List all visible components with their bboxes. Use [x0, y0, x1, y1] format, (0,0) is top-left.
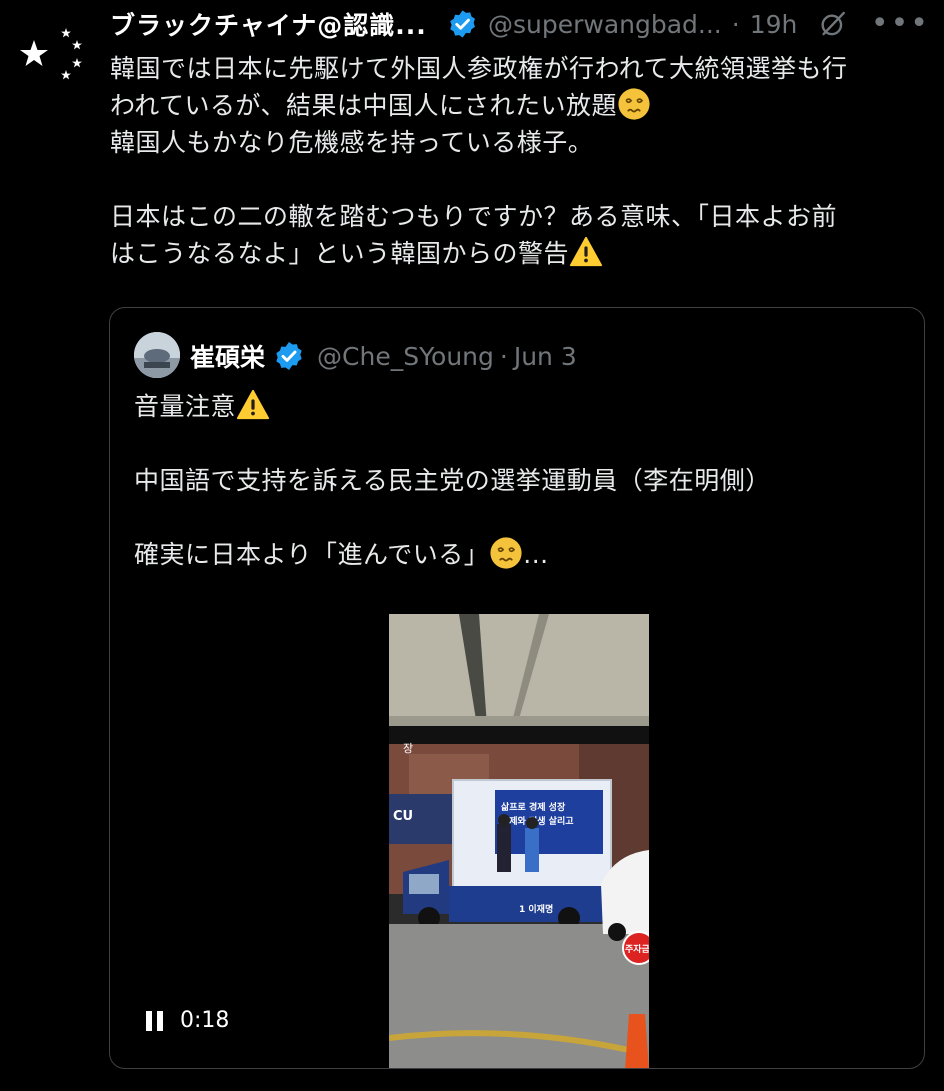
quote-header: 崔碩栄 @Che_SYoung · Jun 3 — [190, 334, 577, 378]
quote-paragraph-gap-1 — [134, 425, 904, 462]
video-duration: 0:18 — [180, 1008, 230, 1033]
quote-line-3: 確実に日本より「進んでいる」 — [134, 540, 490, 569]
quote-warning-emoji-icon — [236, 389, 270, 420]
separator-dot: · — [731, 9, 740, 39]
author-avatar-icon[interactable] — [14, 14, 90, 90]
pause-icon[interactable] — [144, 1009, 166, 1033]
author-handle[interactable]: @superwangbad... — [488, 10, 722, 39]
more-icon[interactable]: ••• — [871, 9, 930, 39]
quote-ellipsis: ... — [523, 540, 549, 569]
parking-sign-text: 주자금지 — [625, 943, 649, 955]
quote-body: 音量注意 中国語で支持を訴える民主党の選挙運動員（李在明側） 確実に日本より「進… — [134, 388, 904, 573]
tweet-line-5: はこうなるなよ」という韓国からの警告 — [110, 239, 570, 268]
tweet-line-1: 韓国では日本に先駆けて外国人参政権が行われて大統領選挙も行 — [110, 54, 848, 83]
tweet-timestamp[interactable]: 19h — [750, 10, 798, 39]
author-display-name[interactable]: ブラックチャイナ@認識... — [110, 6, 427, 42]
quote-verified-badge-icon[interactable] — [273, 340, 305, 372]
tweet-line-3: 韓国人もかなり危機感を持っている様子。 — [110, 128, 594, 157]
tweet-page: ブラックチャイナ@認識... @superwangbad... · 19h ••… — [0, 0, 944, 1091]
quote-line-1: 音量注意 — [134, 392, 237, 421]
tweet-header: ブラックチャイナ@認識... @superwangbad... · 19h ••… — [110, 4, 930, 44]
grok-icon[interactable] — [819, 9, 847, 39]
quote-paragraph-gap-2 — [134, 499, 904, 536]
tweet-line-2: われているが、結果は中国人にされたい放題 — [110, 91, 618, 120]
quote-separator-dot: · — [499, 341, 508, 371]
quote-timestamp[interactable]: Jun 3 — [514, 342, 577, 371]
quote-tweet-card[interactable]: 崔碩栄 @Che_SYoung · Jun 3 音量注意 中国語で支持を訴える民… — [109, 307, 925, 1069]
store-sign-text: CU — [393, 809, 413, 824]
video-player[interactable]: CU 장 삶프로 경제 성장 경제와 민생 살리고 1 이재명 — [389, 614, 649, 1068]
quote-avatar-image-icon — [134, 332, 180, 378]
quote-line-2: 中国語で支持を訴える民主党の選挙運動員（李在明側） — [134, 466, 771, 495]
truck-sign-line-1: 삶프로 경제 성장 — [501, 801, 566, 813]
quote-line-3-wrap: 確実に日本より「進んでいる」 ... — [134, 536, 904, 573]
video-controls: 0:18 — [144, 1008, 229, 1033]
quote-line-1-wrap: 音量注意 — [134, 388, 904, 425]
tweet-line-2-wrap: われているが、結果は中国人にされたい放題 — [110, 87, 918, 124]
verified-badge-icon[interactable] — [447, 7, 478, 41]
dizzy-face-emoji-icon — [618, 88, 650, 120]
svg-text:장: 장 — [403, 742, 413, 755]
quote-author-avatar[interactable] — [134, 332, 180, 378]
tweet-paragraph-gap — [110, 161, 918, 198]
tweet-body: 韓国では日本に先駆けて外国人参政権が行われて大統領選挙も行 われているが、結果は… — [110, 50, 918, 272]
warning-emoji-icon — [569, 236, 603, 267]
quote-dizzy-face-emoji-icon — [490, 537, 522, 569]
quote-author-display-name[interactable]: 崔碩栄 — [190, 338, 265, 374]
tweet-line-5-wrap: はこうなるなよ」という韓国からの警告 — [110, 235, 918, 272]
tweet-line-4: 日本はこの二の轍を踏むつもりですか？ある意味、「日本よお前 — [110, 202, 838, 231]
video-frame-image: CU 장 삶프로 경제 성장 경제와 민생 살리고 1 이재명 — [389, 614, 649, 1068]
quote-author-handle[interactable]: @Che_SYoung — [317, 342, 494, 371]
truck-footer-text: 1 이재명 — [519, 903, 553, 915]
